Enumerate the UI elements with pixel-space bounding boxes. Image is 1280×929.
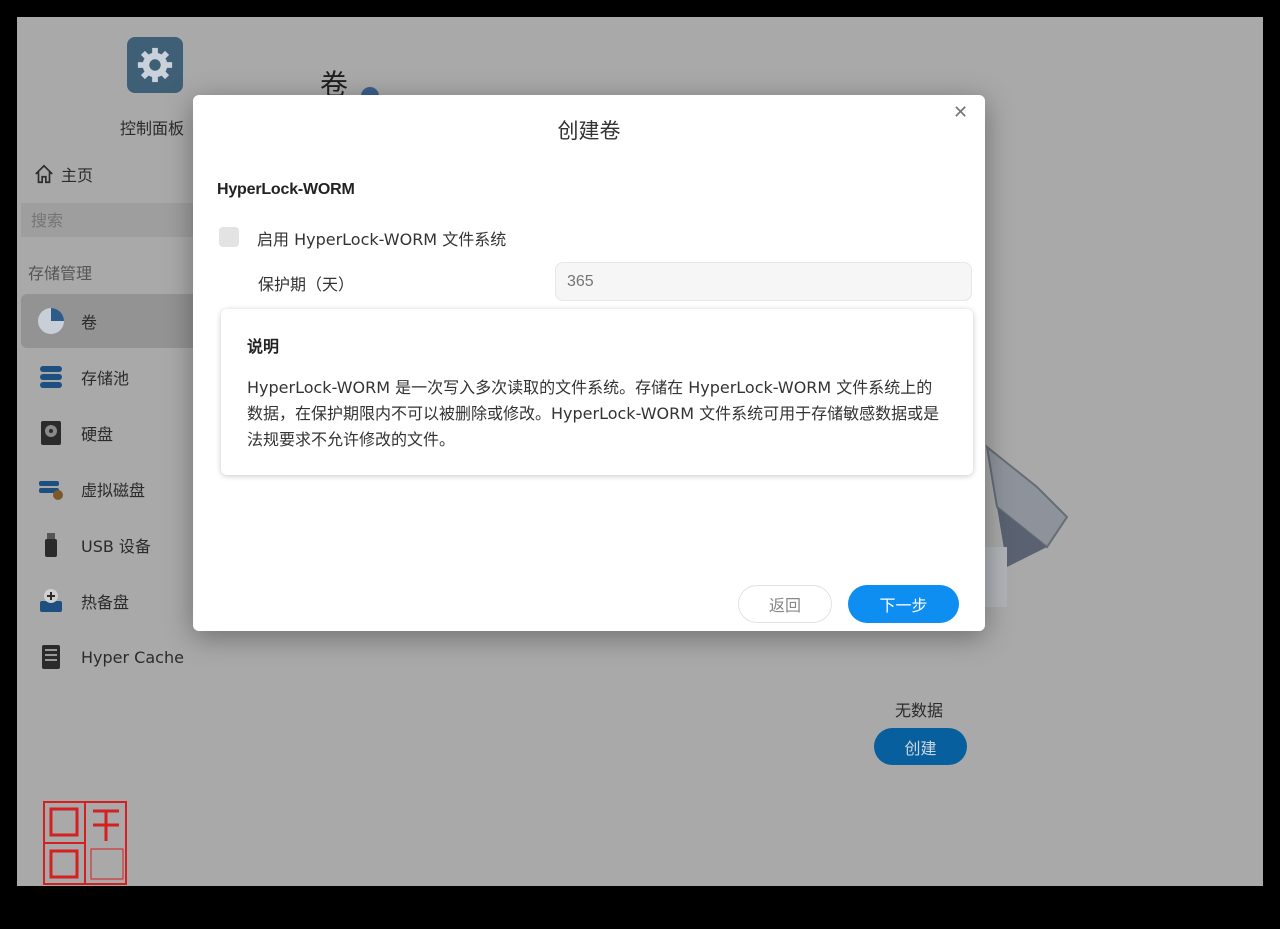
next-button[interactable]: 下一步 bbox=[848, 585, 959, 623]
sidebar-item-label: USB 设备 bbox=[81, 537, 151, 556]
sidebar-item-hot-spare[interactable]: 热备盘 bbox=[21, 574, 211, 628]
sidebar-item-label: 卷 bbox=[81, 313, 98, 332]
close-icon[interactable]: ✕ bbox=[947, 101, 969, 123]
sidebar-item-label: 虚拟磁盘 bbox=[81, 481, 146, 500]
sidebar-item-volume[interactable]: 卷 bbox=[21, 294, 211, 348]
usb-device-icon bbox=[37, 531, 65, 559]
sidebar-item-label: 存储池 bbox=[81, 369, 130, 388]
ssd-cache-icon bbox=[37, 643, 65, 671]
sidebar-item-hard-disk[interactable]: 硬盘 bbox=[21, 406, 211, 460]
home-label: 主页 bbox=[61, 166, 94, 185]
sidebar-home-link[interactable]: 主页 bbox=[33, 161, 93, 187]
search-input[interactable] bbox=[21, 203, 211, 237]
enable-worm-checkbox[interactable] bbox=[219, 227, 239, 247]
back-button[interactable]: 返回 bbox=[738, 585, 832, 623]
description-card: 说明 HyperLock-WORM 是一次写入多次读取的文件系统。存储在 Hyp… bbox=[221, 309, 973, 475]
empty-state-text: 无数据 bbox=[894, 701, 943, 720]
storage-pool-icon bbox=[37, 363, 65, 391]
screen: 控制面板 主页 存储管理 卷 存储池 硬盘 虚拟磁盘 USB 设备 bbox=[17, 17, 1263, 886]
create-volume-dialog: 创建卷 ✕ HyperLock-WORM 启用 HyperLock-WORM 文… bbox=[193, 95, 985, 631]
protection-period-input[interactable] bbox=[555, 262, 972, 301]
worm-section-heading: HyperLock-WORM bbox=[217, 181, 355, 198]
volume-pie-icon bbox=[37, 307, 65, 335]
dialog-title: 创建卷 bbox=[557, 119, 621, 143]
app-title: 控制面板 bbox=[119, 119, 184, 138]
gear-icon bbox=[137, 47, 173, 83]
sidebar-item-storage-pool[interactable]: 存储池 bbox=[21, 350, 211, 404]
description-title: 说明 bbox=[247, 337, 280, 356]
create-volume-button[interactable]: 创建 bbox=[874, 728, 967, 765]
virtual-disk-icon bbox=[37, 475, 65, 503]
storage-section-label: 存储管理 bbox=[28, 264, 93, 283]
description-text: HyperLock-WORM 是一次写入多次读取的文件系统。存储在 HyperL… bbox=[247, 378, 940, 449]
hard-disk-icon bbox=[37, 419, 65, 447]
control-panel-app-icon bbox=[127, 37, 183, 93]
hot-spare-icon bbox=[37, 587, 65, 615]
protection-period-label: 保护期（天） bbox=[258, 275, 355, 294]
empty-box-illustration bbox=[977, 444, 1069, 607]
zhao-hua-diao-watermark bbox=[43, 801, 127, 885]
sidebar-item-label: 热备盘 bbox=[81, 593, 130, 612]
sidebar-item-label: 硬盘 bbox=[81, 425, 114, 444]
sidebar-item-hyper-cache[interactable]: Hyper Cache bbox=[21, 630, 211, 684]
home-icon bbox=[35, 164, 53, 184]
sidebar-item-usb-device[interactable]: USB 设备 bbox=[21, 518, 211, 572]
sidebar-item-virtual-disk[interactable]: 虚拟磁盘 bbox=[21, 462, 211, 516]
sidebar-item-label: Hyper Cache bbox=[81, 647, 184, 667]
enable-worm-label[interactable]: 启用 HyperLock-WORM 文件系统 bbox=[257, 226, 506, 250]
